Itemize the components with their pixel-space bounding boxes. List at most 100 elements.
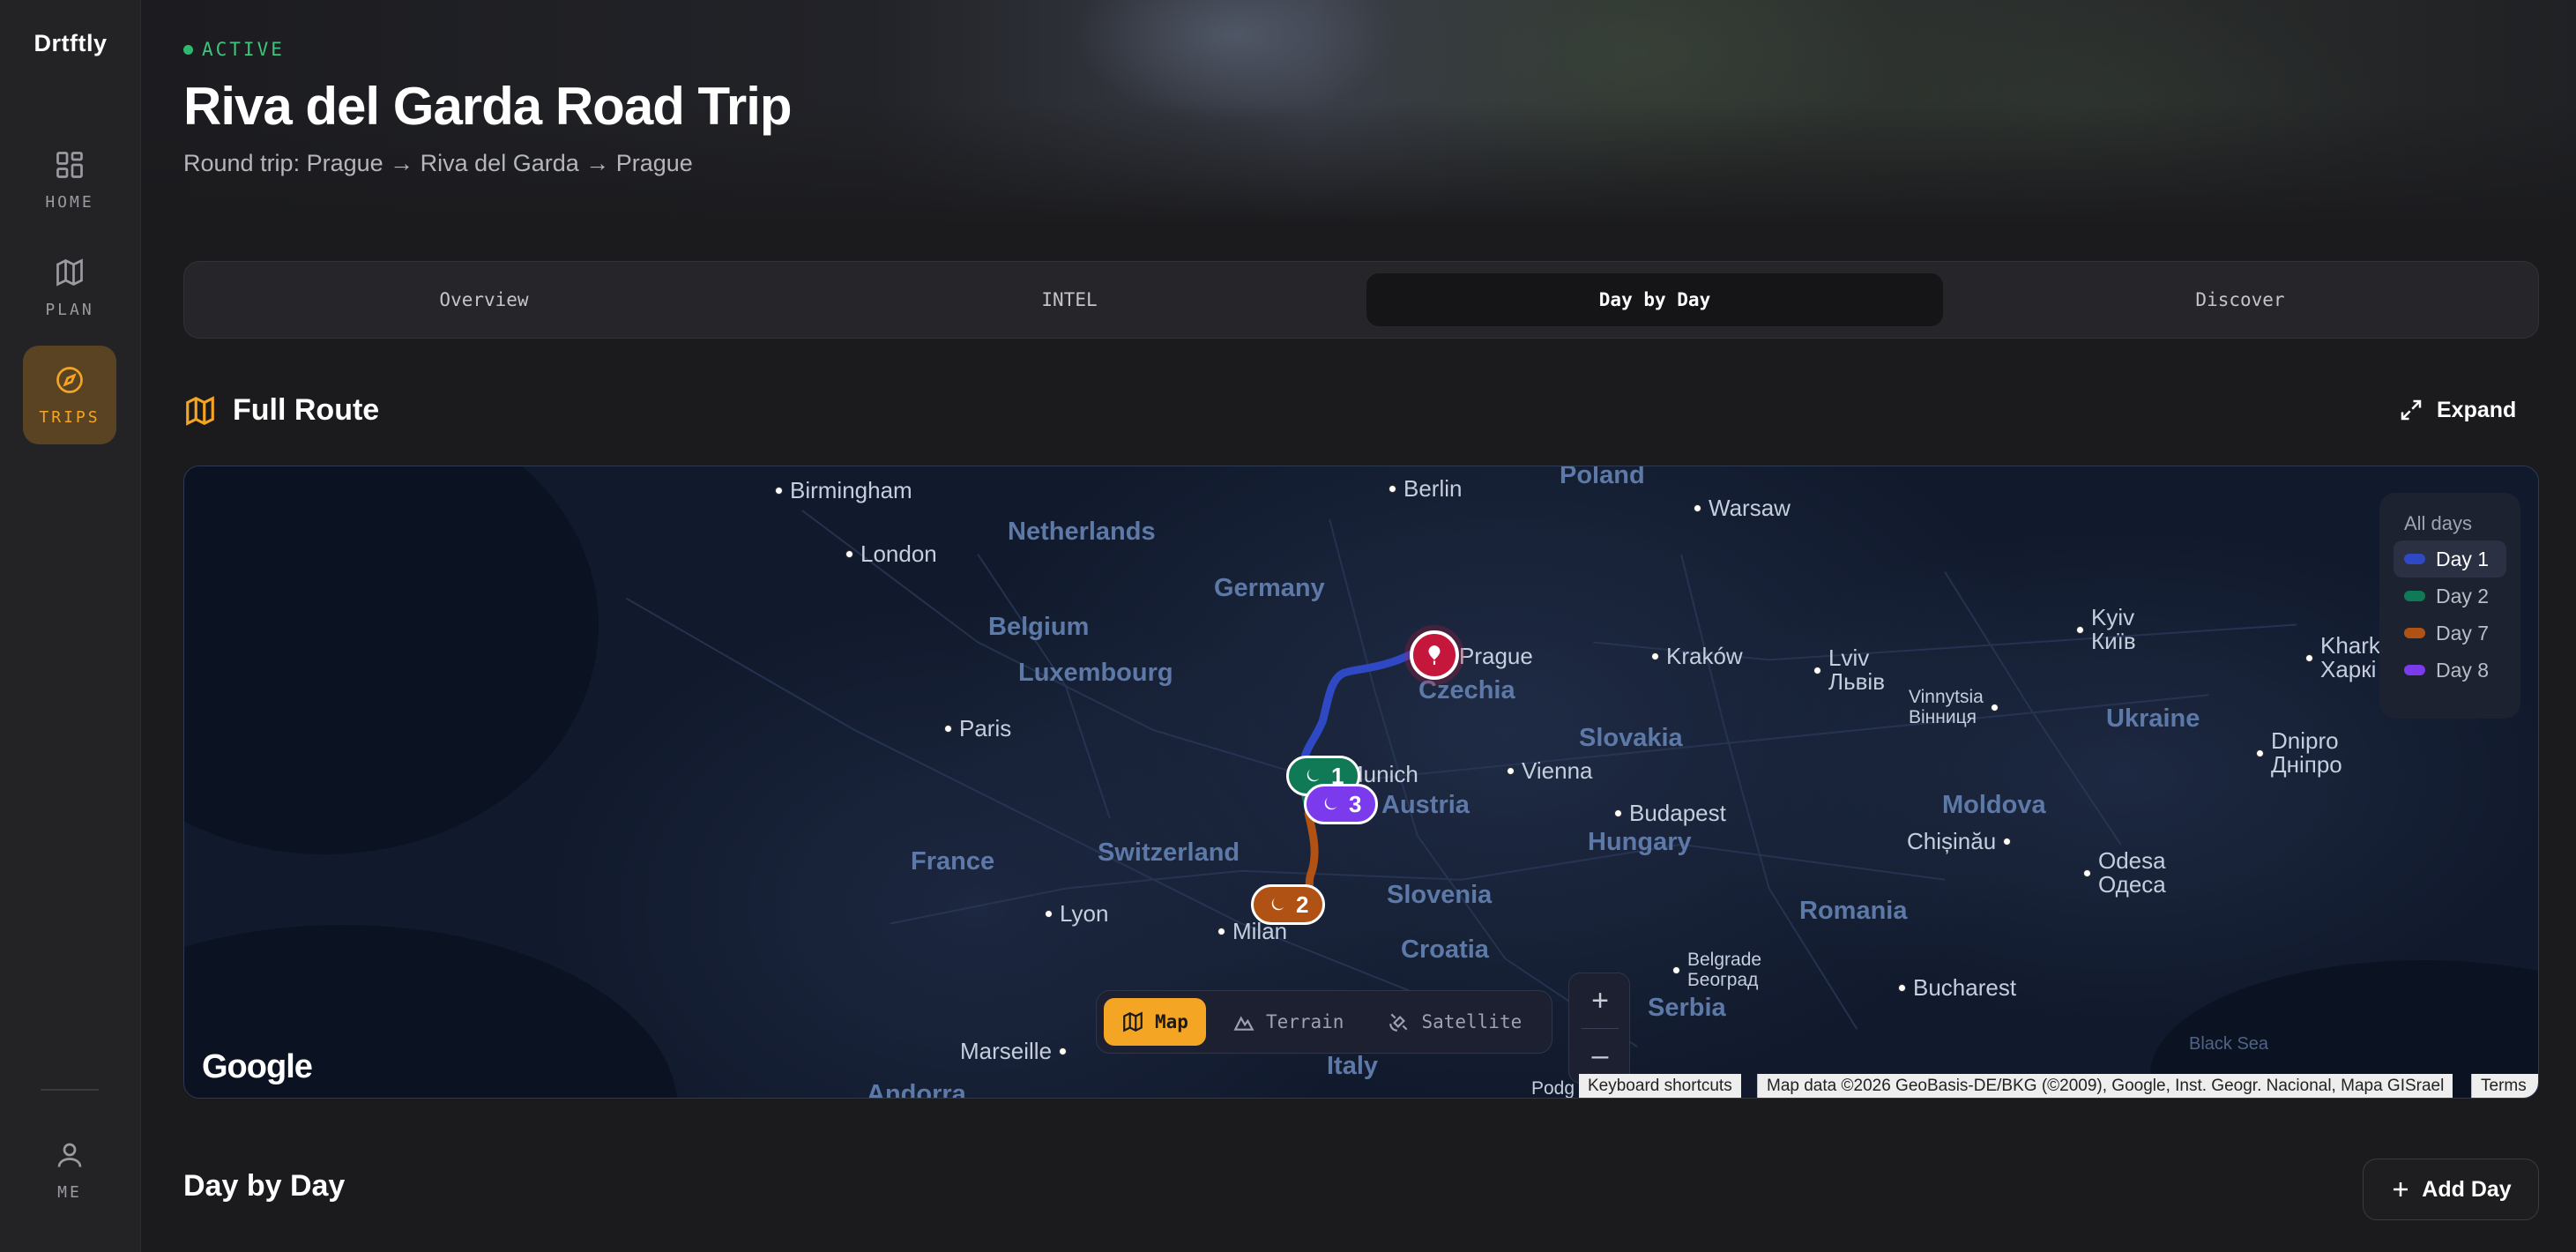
map-type-switcher: Map Terrain Satellite: [1096, 990, 1552, 1054]
start-pin[interactable]: [1410, 630, 1459, 680]
legend-swatch: [2404, 665, 2425, 675]
city-label: Belgrade Београд: [1672, 950, 1761, 990]
city-label: Khark Харкі: [2305, 633, 2380, 682]
city-label: Kyiv Київ: [2076, 605, 2136, 654]
tab-intel[interactable]: INTEL: [781, 273, 1358, 326]
status-dot: [183, 44, 193, 55]
city-label: Podg: [1531, 1078, 1575, 1099]
day-marker[interactable]: 2: [1251, 884, 1326, 925]
mountain-icon: [1233, 1016, 1254, 1031]
plus-icon: [2394, 1182, 2408, 1196]
city-label: London: [845, 540, 937, 568]
city-label: Chișinău: [1907, 828, 2012, 855]
zoom-in-button[interactable]: +: [1569, 973, 1631, 1028]
map-type-map-button[interactable]: Map: [1104, 998, 1206, 1046]
satellite-icon: [1389, 1013, 1408, 1032]
city-label: Kraków: [1651, 643, 1743, 670]
day-by-day-title: Day by Day: [183, 1169, 346, 1203]
legend-item-day-8[interactable]: Day 8: [2394, 652, 2506, 689]
legend-item-day-2[interactable]: Day 2: [2394, 578, 2506, 615]
sidebar-item-me[interactable]: ME: [23, 1122, 116, 1218]
map-icon: [1123, 1011, 1143, 1032]
map-label: Hungary: [1588, 828, 1692, 856]
terms-link[interactable]: Terms: [2471, 1074, 2538, 1098]
app-logo[interactable]: Drtftly: [0, 30, 141, 57]
map-label: Slovenia: [1387, 881, 1493, 909]
sidebar-item-label: PLAN: [45, 300, 94, 319]
map-label: Serbia: [1648, 994, 1726, 1022]
expand-icon: [2401, 399, 2422, 421]
status-badge: ACTIVE: [183, 39, 285, 60]
sidebar-divider: [41, 1089, 99, 1091]
status-text: ACTIVE: [202, 39, 285, 60]
city-label: Lyon: [1045, 900, 1108, 928]
map-label: France: [911, 847, 995, 876]
city-label: Budapest: [1614, 800, 1726, 827]
moon-icon: [1271, 898, 1284, 911]
city-label: Dnipro Дніпро: [2256, 728, 2342, 778]
map-label: Czechia: [1418, 676, 1515, 704]
section-title: Full Route: [233, 393, 380, 427]
map-type-satellite-button[interactable]: Satellite: [1370, 998, 1539, 1046]
map-label: Croatia: [1401, 935, 1489, 964]
sidebar-item-label: HOME: [45, 192, 94, 212]
expand-button[interactable]: Expand: [2398, 397, 2516, 423]
grid-icon: [56, 151, 83, 178]
pin-icon: [1428, 645, 1441, 665]
city-label: Odesa Одеса: [2083, 848, 2166, 898]
day-marker[interactable]: 3: [1304, 784, 1379, 824]
map-attribution: Map data ©2026 GeoBasis-DE/BKG (©2009), …: [1757, 1074, 2453, 1098]
city-label: Marseille: [960, 1038, 1068, 1065]
sea-label: Black Sea: [2189, 1034, 2269, 1054]
map-label: Ukraine: [2106, 704, 2200, 733]
compass-icon: [56, 366, 83, 393]
trip-subtitle: Round trip: Prague → Riva del Garda → Pr…: [183, 150, 693, 176]
zoom-controls: + –: [1568, 973, 1630, 1084]
sidebar-item-home[interactable]: HOME: [23, 130, 116, 229]
map-label: Belgium: [988, 613, 1090, 641]
map-type-terrain-button[interactable]: Terrain: [1215, 998, 1362, 1046]
google-logo: Google: [202, 1048, 313, 1085]
city-label: Birmingham: [775, 477, 912, 504]
map-icon: [56, 257, 83, 287]
sidebar: Drtftly HOME PLAN TRIPS ME: [0, 0, 141, 1252]
map-label: Germany: [1214, 574, 1325, 602]
moon-icon: [1307, 769, 1320, 782]
sidebar-item-label: TRIPS: [39, 407, 101, 427]
add-day-label: Add Day: [2422, 1176, 2512, 1202]
city-label: Paris: [944, 715, 1011, 742]
route-map[interactable]: Poland Netherlands Germany Belgium Luxem…: [183, 466, 2539, 1099]
map-label: Austria: [1381, 791, 1470, 819]
tab-discover[interactable]: Discover: [1952, 273, 2528, 326]
legend-title[interactable]: All days: [2394, 512, 2506, 535]
city-label: Bucharest: [1898, 974, 2016, 1002]
moon-icon: [1324, 797, 1337, 810]
map-label: Moldova: [1942, 791, 2046, 819]
expand-label: Expand: [2437, 397, 2517, 422]
day-legend: All days Day 1 Day 2 Day 7 Day 8: [2379, 493, 2520, 719]
legend-item-day-1[interactable]: Day 1: [2394, 540, 2506, 578]
tab-overview[interactable]: Overview: [196, 273, 772, 326]
map-label: Netherlands: [1008, 518, 1156, 546]
keyboard-shortcuts-link[interactable]: Keyboard shortcuts: [1579, 1074, 1741, 1098]
sidebar-item-plan[interactable]: PLAN: [23, 238, 116, 337]
city-label: Prague: [1459, 643, 1533, 669]
legend-item-day-7[interactable]: Day 7: [2394, 615, 2506, 652]
map-label: Romania: [1799, 897, 1908, 925]
legend-swatch: [2404, 554, 2425, 564]
legend-swatch: [2404, 591, 2425, 601]
sidebar-item-trips[interactable]: TRIPS: [23, 346, 116, 444]
city-label: Vinnytsia Вінниця: [1909, 687, 1999, 727]
map-label: Slovakia: [1579, 724, 1683, 752]
map-label: Poland: [1560, 466, 1645, 489]
full-route-header: Full Route: [183, 393, 379, 428]
add-day-button[interactable]: Add Day: [2363, 1159, 2539, 1220]
map-label: Andorra: [867, 1080, 966, 1099]
map-icon: [186, 395, 214, 426]
trip-tabs: Overview INTEL Day by Day Discover: [183, 261, 2539, 339]
map-label: Italy: [1327, 1052, 1379, 1080]
sidebar-item-label: ME: [57, 1182, 82, 1202]
city-label: Berlin: [1389, 475, 1462, 503]
tab-day-by-day[interactable]: Day by Day: [1366, 273, 1943, 326]
city-label: Lviv Львів: [1813, 645, 1885, 695]
